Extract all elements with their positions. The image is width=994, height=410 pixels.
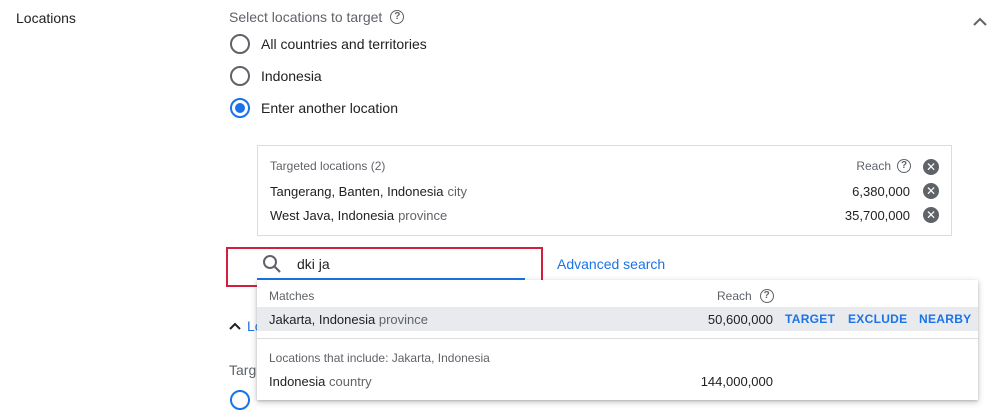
partial-label: Targ — [229, 362, 257, 378]
nearby-button[interactable]: NEARBY — [919, 312, 971, 326]
help-icon[interactable]: ? — [897, 159, 911, 173]
location-reach: 35,700,000 — [844, 207, 910, 223]
help-icon[interactable]: ? — [390, 10, 405, 24]
location-name: Tangerang, Banten, Indonesia — [270, 183, 444, 199]
radio-option-indonesia[interactable]: Indonesia — [230, 66, 322, 86]
radio-label: All countries and territories — [261, 36, 427, 52]
reach-label: Reach — [717, 289, 752, 303]
divider — [257, 338, 978, 339]
section-label: Locations — [16, 10, 76, 26]
radio-button-checked[interactable] — [230, 98, 250, 118]
radio-label: Enter another location — [261, 100, 398, 116]
match-name: Jakarta, Indonesia — [269, 311, 376, 327]
include-reach: 144,000,000 — [700, 373, 773, 389]
question-title: Select locations to target — [229, 9, 383, 25]
location-type: province — [398, 207, 448, 223]
radio-button[interactable] — [230, 34, 250, 54]
reach-label: Reach — [856, 159, 891, 173]
advanced-search-link[interactable]: Advanced search — [557, 256, 665, 272]
reach-header: Reach ? — [717, 289, 774, 303]
match-name-wrap: Jakarta, Indonesia province — [269, 312, 428, 327]
include-name: Indonesia — [269, 373, 326, 389]
location-reach: 6,380,000 — [852, 183, 910, 199]
match-reach: 50,600,000 — [707, 311, 773, 327]
location-type: city — [447, 183, 467, 199]
chevron-up-icon — [229, 322, 241, 330]
targeted-locations-header: Targeted locations (2) — [270, 159, 386, 173]
exclude-button[interactable]: EXCLUDE — [848, 312, 907, 326]
match-row[interactable]: Jakarta, Indonesia province 50,600,000 T… — [257, 307, 978, 331]
includes-header: Locations that include: Jakarta, Indones… — [269, 351, 490, 365]
include-type: country — [329, 373, 372, 389]
radio-label: Indonesia — [261, 68, 322, 84]
targeted-locations-panel: Targeted locations (2) Reach ? ✕ Tangera… — [257, 145, 952, 236]
remove-location-icon[interactable]: ✕ — [923, 183, 939, 199]
question-title-row: Select locations to target ? — [229, 9, 405, 25]
reach-header: Reach ? — [856, 159, 911, 173]
remove-all-icon[interactable]: ✕ — [923, 159, 939, 175]
chevron-up-icon — [973, 17, 987, 26]
match-type: province — [378, 311, 428, 327]
remove-location-icon[interactable]: ✕ — [923, 207, 939, 223]
target-button[interactable]: TARGET — [785, 312, 835, 326]
matches-header: Matches — [269, 289, 315, 303]
collapse-button[interactable] — [970, 12, 990, 32]
targeted-location-row: Tangerang, Banten, Indonesia city 6,380,… — [270, 183, 939, 199]
help-icon[interactable]: ? — [759, 289, 774, 303]
include-name-wrap: Indonesia country — [269, 374, 372, 389]
location-name: West Java, Indonesia — [270, 207, 395, 223]
location-suggestions-dropdown: Matches Reach ? Jakarta, Indonesia provi… — [257, 280, 978, 400]
radio-option-all-countries[interactable]: All countries and territories — [230, 34, 427, 54]
radio-button[interactable] — [230, 66, 250, 86]
include-row[interactable]: Indonesia country 144,000,000 — [257, 369, 978, 393]
targeted-location-row: West Java, Indonesia province 35,700,000… — [270, 207, 939, 223]
radio-button[interactable] — [230, 390, 250, 410]
radio-option-another-location[interactable]: Enter another location — [230, 98, 398, 118]
